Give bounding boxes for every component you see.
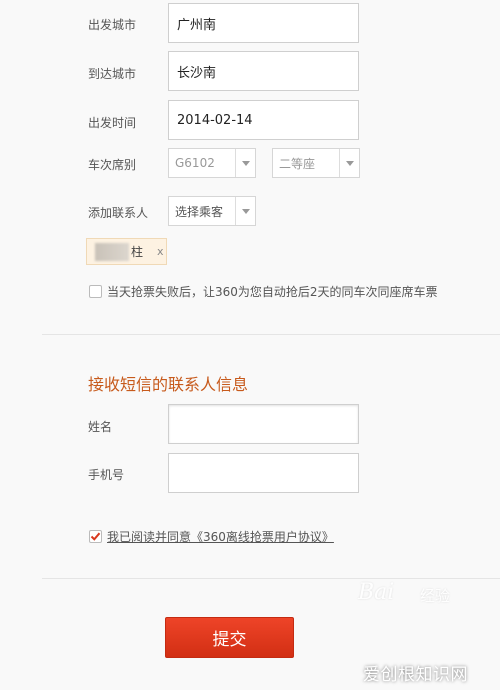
corner-watermark: 爱创根知识网 bbox=[363, 665, 468, 685]
phone-label: 手机号 bbox=[88, 468, 125, 482]
passenger-select-placeholder: 选择乘客 bbox=[175, 204, 224, 219]
contacts-label: 添加联系人 bbox=[88, 206, 149, 220]
auto-grab-label: 当天抢票失败后，让360为您自动抢后2天的同车次同座席车票 bbox=[107, 285, 438, 299]
submit-button[interactable]: 提交 bbox=[165, 617, 294, 658]
seat-class-select[interactable]: 二等座 bbox=[272, 148, 360, 178]
train-number-value: G6102 bbox=[175, 156, 215, 170]
baidu-watermark-text: 经验 bbox=[420, 587, 451, 605]
seat-class-value: 二等座 bbox=[279, 156, 316, 171]
name-label: 姓名 bbox=[88, 420, 113, 434]
checkmark-icon bbox=[90, 532, 101, 541]
passenger-select[interactable]: 选择乘客 bbox=[168, 196, 256, 226]
passenger-chip-name: 柱 bbox=[131, 245, 144, 259]
passenger-chip: 柱 x bbox=[86, 238, 167, 265]
section-divider bbox=[42, 578, 500, 579]
chevron-down-icon bbox=[235, 197, 255, 225]
train-number-select[interactable]: G6102 bbox=[168, 148, 256, 178]
departure-label: 出发城市 bbox=[88, 18, 137, 32]
chevron-down-icon bbox=[235, 149, 255, 177]
section-divider bbox=[42, 334, 500, 335]
train-label: 车次席别 bbox=[88, 158, 137, 172]
departure-city-input[interactable]: 广州南 bbox=[168, 3, 359, 43]
baidu-watermark-logo: Bai bbox=[358, 580, 395, 605]
chip-close-icon[interactable]: x bbox=[157, 245, 164, 258]
contact-name-input[interactable] bbox=[168, 404, 359, 444]
date-label: 出发时间 bbox=[88, 116, 137, 130]
agreement-checkbox[interactable] bbox=[89, 530, 102, 543]
agreement-link[interactable]: 我已阅读并同意《360离线抢票用户协议》 bbox=[107, 528, 334, 545]
departure-date-input[interactable]: 2014-02-14 bbox=[168, 100, 359, 140]
chevron-down-icon bbox=[339, 149, 359, 177]
arrival-label: 到达城市 bbox=[88, 67, 137, 81]
auto-grab-checkbox[interactable] bbox=[89, 285, 102, 298]
arrival-city-input[interactable]: 长沙南 bbox=[168, 51, 359, 91]
sms-section-title: 接收短信的联系人信息 bbox=[88, 375, 249, 394]
phone-number-input[interactable] bbox=[168, 453, 359, 493]
blurred-name bbox=[95, 242, 129, 261]
